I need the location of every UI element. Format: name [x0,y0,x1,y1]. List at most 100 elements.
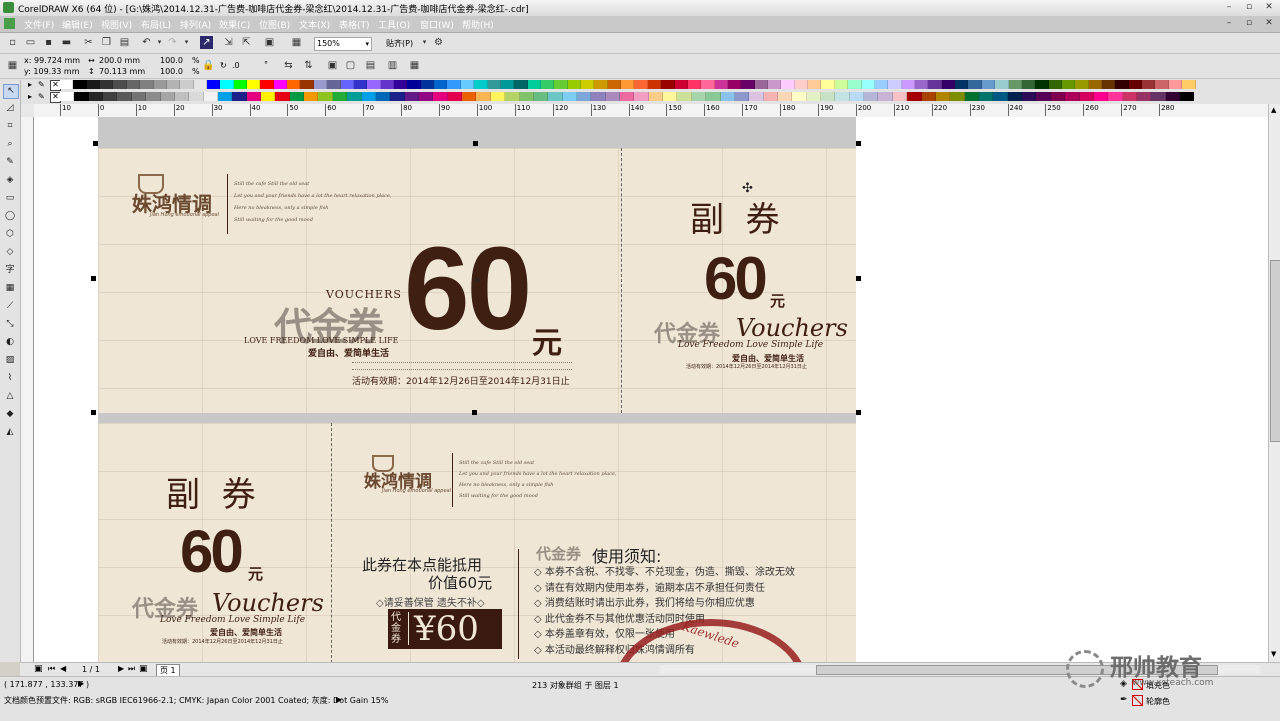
align-icon[interactable]: ▦ [408,59,421,72]
color-swatch[interactable] [275,92,290,101]
color-swatch[interactable] [1108,92,1123,101]
color-swatch[interactable] [113,80,127,89]
x-position-field[interactable]: x: 99.724 mm [24,56,80,65]
color-swatch[interactable] [433,92,448,101]
color-swatch[interactable] [928,80,942,89]
palette-arrow-icon-2[interactable]: ▸ [28,92,32,101]
maximize-button[interactable]: ▫ [1242,1,1256,14]
color-swatch[interactable] [88,92,104,101]
color-swatch[interactable] [300,80,314,89]
color-swatch[interactable] [714,80,728,89]
color-swatch[interactable] [1075,80,1089,89]
color-swatch[interactable] [663,92,678,101]
color-swatch[interactable] [353,80,368,89]
color-swatch[interactable] [874,80,889,89]
color-swatch[interactable] [1165,92,1181,101]
lock-ratio-icon[interactable]: 🔒 [202,59,215,72]
color-swatch[interactable] [1115,80,1129,89]
color-swatch[interactable] [848,80,862,89]
color-swatch[interactable] [1093,92,1109,101]
color-swatch[interactable] [648,92,664,101]
ungroup-icon[interactable]: ▢ [344,59,357,72]
color-swatch[interactable] [594,80,608,89]
color-swatch[interactable] [206,80,221,89]
color-swatch[interactable] [462,92,477,101]
color-swatch[interactable] [763,92,778,101]
doc-close-button[interactable]: ✕ [1262,17,1276,30]
color-swatch[interactable] [1021,80,1036,89]
color-swatch[interactable] [390,92,405,101]
menu-edit[interactable]: 编辑(E) [62,18,93,31]
color-swatch[interactable] [861,80,875,89]
menu-layout[interactable]: 布局(L) [141,18,171,31]
color-swatch[interactable] [794,80,809,89]
color-swatch[interactable] [888,80,902,89]
color-swatch[interactable] [189,92,204,101]
color-swatch[interactable] [60,92,75,101]
scroll-up-icon[interactable]: ▲ [1271,106,1276,114]
shape-tool-icon[interactable]: ◿ [3,102,17,115]
color-swatch[interactable] [634,80,648,89]
fill-tool-icon[interactable]: ◆ [3,408,17,421]
prev-page-icon[interactable]: ◀ [60,664,66,673]
redo-dropdown-icon[interactable]: ▾ [180,36,193,49]
eyedropper-icon-2[interactable]: ✎ [38,92,45,101]
color-swatch[interactable] [993,92,1008,101]
redo-icon[interactable]: ↷ [166,36,179,49]
color-swatch[interactable] [806,92,822,101]
menu-table[interactable]: 表格(T) [339,18,370,31]
color-swatch[interactable] [203,92,218,101]
color-swatch[interactable] [447,80,461,89]
color-swatch[interactable] [361,92,376,101]
zoom-levels-dropdown[interactable]: 150% ▾ [314,37,372,51]
color-swatch[interactable] [304,92,319,101]
color-swatch[interactable] [460,80,475,89]
blend-tool-icon[interactable]: ◐ [3,336,17,349]
color-swatch[interactable] [126,80,141,89]
color-swatch[interactable] [621,80,635,89]
color-swatch[interactable] [1168,80,1183,89]
color-swatch[interactable] [607,80,622,89]
color-swatch[interactable] [907,92,922,101]
color-swatch[interactable] [1102,80,1116,89]
color-swatch[interactable] [691,92,707,101]
color-swatch[interactable] [915,80,929,89]
color-swatch[interactable] [166,80,181,89]
color-swatch[interactable] [941,80,956,89]
connector-tool-icon[interactable]: ⤡ [3,318,17,331]
color-swatch[interactable] [647,80,662,89]
basic-shapes-icon[interactable]: ◇ [3,246,17,259]
dimension-tool-icon[interactable]: ⟋ [3,300,17,313]
color-swatch[interactable] [1061,80,1076,89]
color-swatch[interactable] [727,80,742,89]
color-swatch[interactable] [964,92,979,101]
color-swatch[interactable] [217,92,233,101]
color-swatch[interactable] [232,92,247,101]
snap-to-button[interactable]: 贴齐(P) [386,38,413,49]
color-swatch[interactable] [474,80,488,89]
color-swatch[interactable] [562,92,577,101]
color-swatch[interactable] [1136,92,1152,101]
color-swatch[interactable] [261,92,276,101]
color-swatch[interactable] [86,80,101,89]
scale-y-field[interactable]: 100.0 [160,67,183,76]
color-swatch[interactable] [808,80,822,89]
rectangle-tool-icon[interactable]: ▭ [3,192,17,205]
color-swatch[interactable] [955,80,969,89]
color-swatch[interactable] [1007,92,1023,101]
color-swatch[interactable] [131,92,147,101]
selection-handle-tl[interactable] [91,410,96,415]
color-swatch[interactable] [434,80,448,89]
color-swatch[interactable] [878,92,893,101]
color-swatch[interactable] [968,80,982,89]
mirror-horizontal-icon[interactable]: ⇆ [282,59,295,72]
color-swatch[interactable] [514,80,528,89]
color-swatch[interactable] [367,80,381,89]
close-button[interactable]: ✕ [1262,1,1276,14]
color-swatch[interactable] [821,92,836,101]
color-swatch[interactable] [375,92,391,101]
color-swatch[interactable] [701,80,715,89]
paste-icon[interactable]: ▤ [118,36,131,49]
color-swatch[interactable] [340,80,354,89]
color-swatch[interactable] [1180,92,1195,101]
